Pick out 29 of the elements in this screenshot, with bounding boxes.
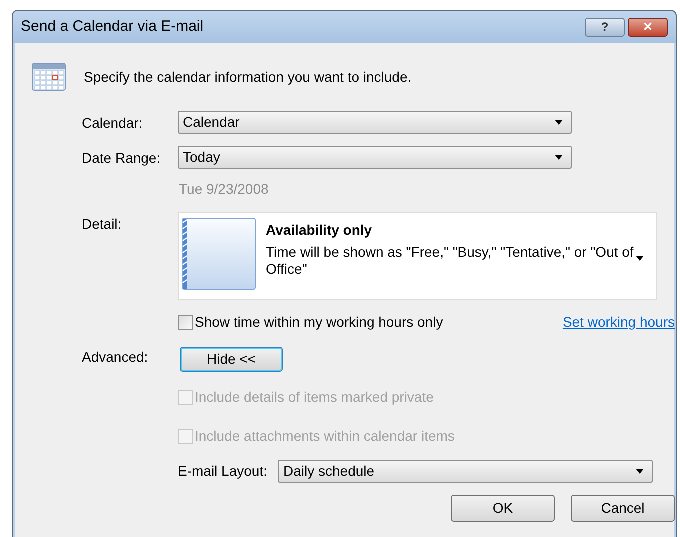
set-working-hours-link[interactable]: Set working hours: [562, 312, 675, 333]
email-layout-dropdown[interactable]: Daily schedule: [278, 460, 654, 483]
dropdown-arrow-icon: [555, 155, 563, 160]
field-label: Calendar:: [82, 114, 144, 133]
dropdown-arrow-icon: [555, 120, 563, 125]
dropdown-arrow-icon: [636, 469, 644, 474]
field-label: Detail:: [82, 215, 123, 234]
field-label: Date Range:: [82, 149, 162, 168]
dialog-button[interactable]: Cancel: [571, 495, 675, 522]
dropdown-arrow-icon: [636, 256, 644, 261]
date-range-dropdown[interactable]: Today: [178, 146, 572, 169]
window-title: Send a Calendar via E-mail: [21, 16, 204, 37]
calendar-dropdown[interactable]: Calendar: [178, 111, 572, 134]
calendar-icon: [32, 63, 66, 91]
field-label: E-mail Layout:: [178, 462, 268, 481]
checkbox[interactable]: [178, 315, 193, 330]
field-label: Advanced:: [82, 348, 150, 367]
detail-description: Time will be shown as "Free," "Busy," "Tentative," or "Out of Office": [266, 244, 635, 278]
intro-text: Specify the calendar information you want to include.: [84, 68, 412, 87]
dialog-button[interactable]: OK: [451, 495, 555, 522]
detail-title: Availability only: [266, 221, 374, 240]
checkbox-label: Include attachments within calendar items: [195, 427, 455, 446]
detail-dropdown[interactable]: Availability only Time will be shown as "Free," "Busy," "Tentative," or "Out of Office": [178, 212, 657, 300]
hide-button[interactable]: Hide <<: [180, 347, 283, 372]
date-text: Tue 9/23/2008: [178, 180, 270, 199]
availability-preview-icon: [182, 218, 256, 290]
checkbox-label: Show time within my working hours only: [195, 313, 444, 332]
checkbox-label: Include details of items marked private: [195, 388, 434, 407]
help-button[interactable]: ?: [585, 18, 625, 36]
